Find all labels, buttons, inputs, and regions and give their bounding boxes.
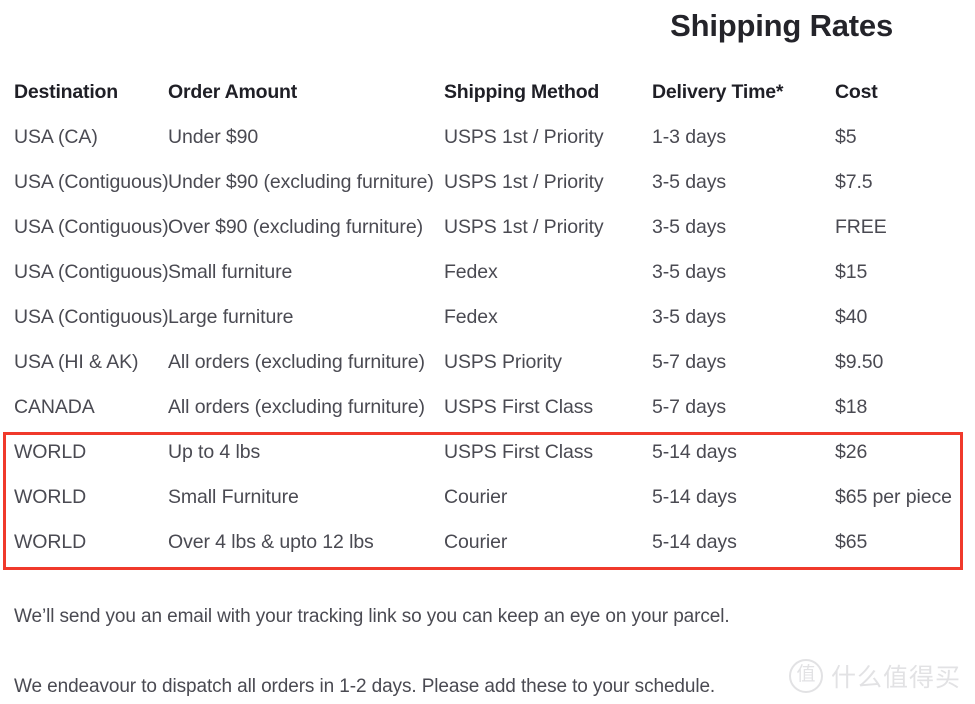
cell-destination: WORLD — [14, 531, 87, 553]
cell-cost: FREE — [835, 216, 887, 238]
cell-delivery-time: 3-5 days — [652, 306, 726, 328]
cell-destination: USA (CA) — [14, 126, 98, 148]
cell-order-amount: Under $90 (excluding furniture) — [168, 171, 434, 193]
cell-shipping-method: USPS 1st / Priority — [444, 126, 604, 148]
tracking-note: We’ll send you an email with your tracki… — [14, 606, 730, 627]
cell-order-amount: All orders (excluding furniture) — [168, 351, 425, 373]
cell-cost: $7.5 — [835, 171, 873, 193]
watermark-logo-icon: 值 — [788, 659, 823, 693]
watermark-text: 什么值得买 — [830, 663, 961, 692]
cell-order-amount: Over $90 (excluding furniture) — [168, 216, 423, 238]
cell-delivery-time: 5-14 days — [652, 531, 737, 553]
table-row: USA (Contiguous) Under $90 (excluding fu… — [0, 168, 975, 213]
cell-destination: WORLD — [14, 441, 87, 463]
cell-cost: $5 — [835, 126, 857, 148]
dispatch-note: We endeavour to dispatch all orders in 1… — [14, 676, 716, 697]
cell-shipping-method: Fedex — [444, 261, 498, 283]
cell-delivery-time: 5-14 days — [652, 486, 737, 508]
table-row: USA (Contiguous) Over $90 (excluding fur… — [0, 213, 975, 258]
cell-destination: CANADA — [14, 396, 95, 418]
table-row: CANADA All orders (excluding furniture) … — [0, 393, 975, 438]
cell-cost: $9.50 — [835, 351, 884, 373]
cell-order-amount: Over 4 lbs & upto 12 lbs — [168, 531, 374, 553]
cell-order-amount: Up to 4 lbs — [168, 441, 261, 463]
cell-order-amount: Small Furniture — [168, 486, 299, 508]
cell-shipping-method: Courier — [444, 531, 508, 553]
cell-order-amount: Under $90 — [168, 126, 259, 148]
cell-delivery-time: 3-5 days — [652, 171, 726, 193]
cell-cost: $65 — [835, 531, 868, 553]
column-header-delivery-time: Delivery Time* — [652, 81, 784, 103]
table-row: WORLD Over 4 lbs & upto 12 lbs Courier 5… — [0, 528, 975, 573]
cell-destination: USA (Contiguous) — [14, 306, 169, 328]
cell-delivery-time: 5-7 days — [652, 396, 726, 418]
cell-shipping-method: USPS 1st / Priority — [444, 216, 604, 238]
table-row: USA (Contiguous) Small furniture Fedex 3… — [0, 258, 975, 303]
cell-order-amount: All orders (excluding furniture) — [168, 396, 425, 418]
cell-delivery-time: 3-5 days — [652, 261, 726, 283]
cell-shipping-method: USPS 1st / Priority — [444, 171, 604, 193]
column-header-destination: Destination — [14, 81, 118, 103]
cell-cost: $40 — [835, 306, 868, 328]
table-row: WORLD Small Furniture Courier 5-14 days … — [0, 483, 975, 528]
column-header-shipping-method: Shipping Method — [444, 81, 600, 103]
table-row: USA (Contiguous) Large furniture Fedex 3… — [0, 303, 975, 348]
cell-shipping-method: USPS First Class — [444, 396, 594, 418]
cell-destination: USA (Contiguous) — [14, 216, 169, 238]
cell-cost: $65 per piece — [835, 486, 952, 508]
cell-destination: USA (HI & AK) — [14, 351, 139, 373]
cell-shipping-method: USPS Priority — [444, 351, 562, 373]
cell-delivery-time: 5-14 days — [652, 441, 737, 463]
watermark: 值 什么值得买 — [788, 658, 961, 694]
cell-destination: WORLD — [14, 486, 87, 508]
table-row: USA (CA) Under $90 USPS 1st / Priority 1… — [0, 123, 975, 168]
cell-cost: $15 — [835, 261, 868, 283]
cell-cost: $26 — [835, 441, 868, 463]
cell-shipping-method: Courier — [444, 486, 508, 508]
table-row: WORLD Up to 4 lbs USPS First Class 5-14 … — [0, 438, 975, 483]
cell-delivery-time: 1-3 days — [652, 126, 726, 148]
cell-shipping-method: Fedex — [444, 306, 498, 328]
cell-cost: $18 — [835, 396, 868, 418]
cell-destination: USA (Contiguous) — [14, 261, 169, 283]
shipping-rates-table: Destination Order Amount Shipping Method… — [0, 78, 975, 573]
cell-delivery-time: 5-7 days — [652, 351, 726, 373]
cell-delivery-time: 3-5 days — [652, 216, 726, 238]
cell-order-amount: Large furniture — [168, 306, 294, 328]
column-header-cost: Cost — [835, 81, 878, 103]
cell-shipping-method: USPS First Class — [444, 441, 594, 463]
page-title: Shipping Rates — [670, 8, 893, 43]
column-header-order-amount: Order Amount — [168, 81, 298, 103]
table-header-row: Destination Order Amount Shipping Method… — [0, 78, 975, 123]
table-row: USA (HI & AK) All orders (excluding furn… — [0, 348, 975, 393]
cell-order-amount: Small furniture — [168, 261, 293, 283]
cell-destination: USA (Contiguous) — [14, 171, 169, 193]
